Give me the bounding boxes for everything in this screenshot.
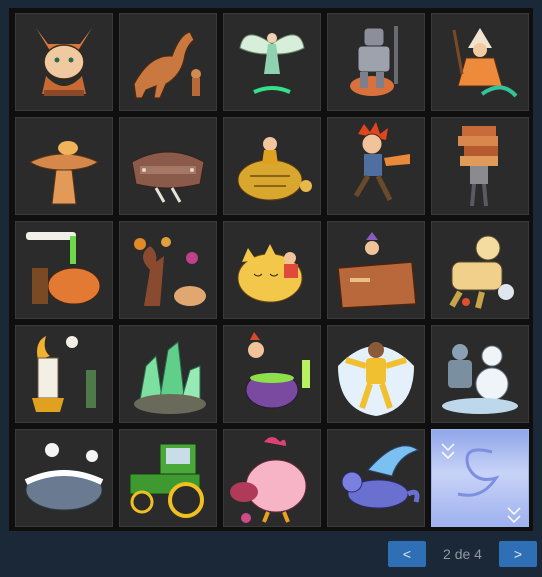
gallery-item-running-kid[interactable] [327, 117, 425, 215]
astronaut-pile-icon [449, 235, 514, 309]
blue-dragon-icon [341, 445, 420, 509]
next-page-button[interactable]: > [499, 541, 537, 567]
gallery-item-astronaut-pile[interactable] [431, 221, 529, 319]
gallery-item-knight-robot[interactable] [327, 13, 425, 111]
gallery-item-potion-brewer[interactable] [223, 325, 321, 423]
witch-mage-icon [452, 28, 518, 98]
candle-marshmallow-icon [32, 336, 96, 412]
gallery-item-cauldron-stool[interactable] [15, 221, 113, 319]
gallery-item-green-tractor[interactable] [119, 429, 217, 527]
winged-fairy-icon [239, 33, 305, 94]
gallery-item-airship[interactable] [119, 117, 217, 215]
gallery-item-snowy-owls[interactable] [15, 429, 113, 527]
potion-brewer-icon [245, 332, 310, 409]
mushroom-cat-icon [28, 141, 100, 205]
gallery-item-turtle-rider[interactable] [223, 117, 321, 215]
crystals-icon [134, 341, 206, 414]
autumn-tree-icon [134, 237, 206, 306]
book-stack-robot-icon [458, 126, 498, 207]
avatar-grid [15, 13, 529, 527]
gallery-item-blue-swirl-background[interactable] [431, 429, 529, 527]
gallery-item-book-stack-robot[interactable] [431, 117, 529, 215]
blue-swirl-background-icon [441, 443, 521, 524]
avatar-gallery-panel [9, 8, 533, 531]
gallery-item-fox-creature[interactable] [15, 13, 113, 111]
snow-angel-icon [338, 342, 414, 416]
gallery-item-sleeping-cat[interactable] [223, 221, 321, 319]
snowy-owls-icon [24, 443, 104, 511]
giant-book-icon [337, 232, 417, 309]
previous-page-button[interactable]: < [388, 541, 426, 567]
gallery-item-dino-and-rider[interactable] [119, 13, 217, 111]
gallery-item-blue-dragon[interactable] [327, 429, 425, 527]
gallery-item-pink-chick[interactable] [223, 429, 321, 527]
cauldron-stool-icon [26, 232, 101, 305]
gallery-item-autumn-tree[interactable] [119, 221, 217, 319]
gallery-item-candle-marshmallow[interactable] [15, 325, 113, 423]
gallery-item-snow-angel[interactable] [327, 325, 425, 423]
pink-chick-icon [230, 437, 307, 523]
knight-robot-icon [350, 26, 398, 96]
gallery-item-witch-mage[interactable] [431, 13, 529, 111]
turtle-rider-icon [237, 137, 312, 201]
gallery-item-mushroom-cat[interactable] [15, 117, 113, 215]
snowman-robot-icon [442, 344, 518, 414]
gallery-item-crystals[interactable] [119, 325, 217, 423]
page-indicator: 2 de 4 [443, 546, 482, 562]
gallery-item-winged-fairy[interactable] [223, 13, 321, 111]
green-tractor-icon [129, 443, 204, 518]
gallery-item-snowman-robot[interactable] [431, 325, 529, 423]
sleeping-cat-icon [237, 244, 303, 303]
fox-creature-icon [36, 28, 92, 96]
pagination: < 2 de 4 > [388, 541, 538, 567]
running-kid-icon [353, 122, 410, 202]
airship-icon [131, 151, 205, 203]
gallery-item-giant-book[interactable] [327, 221, 425, 319]
dino-and-rider-icon [133, 31, 201, 99]
